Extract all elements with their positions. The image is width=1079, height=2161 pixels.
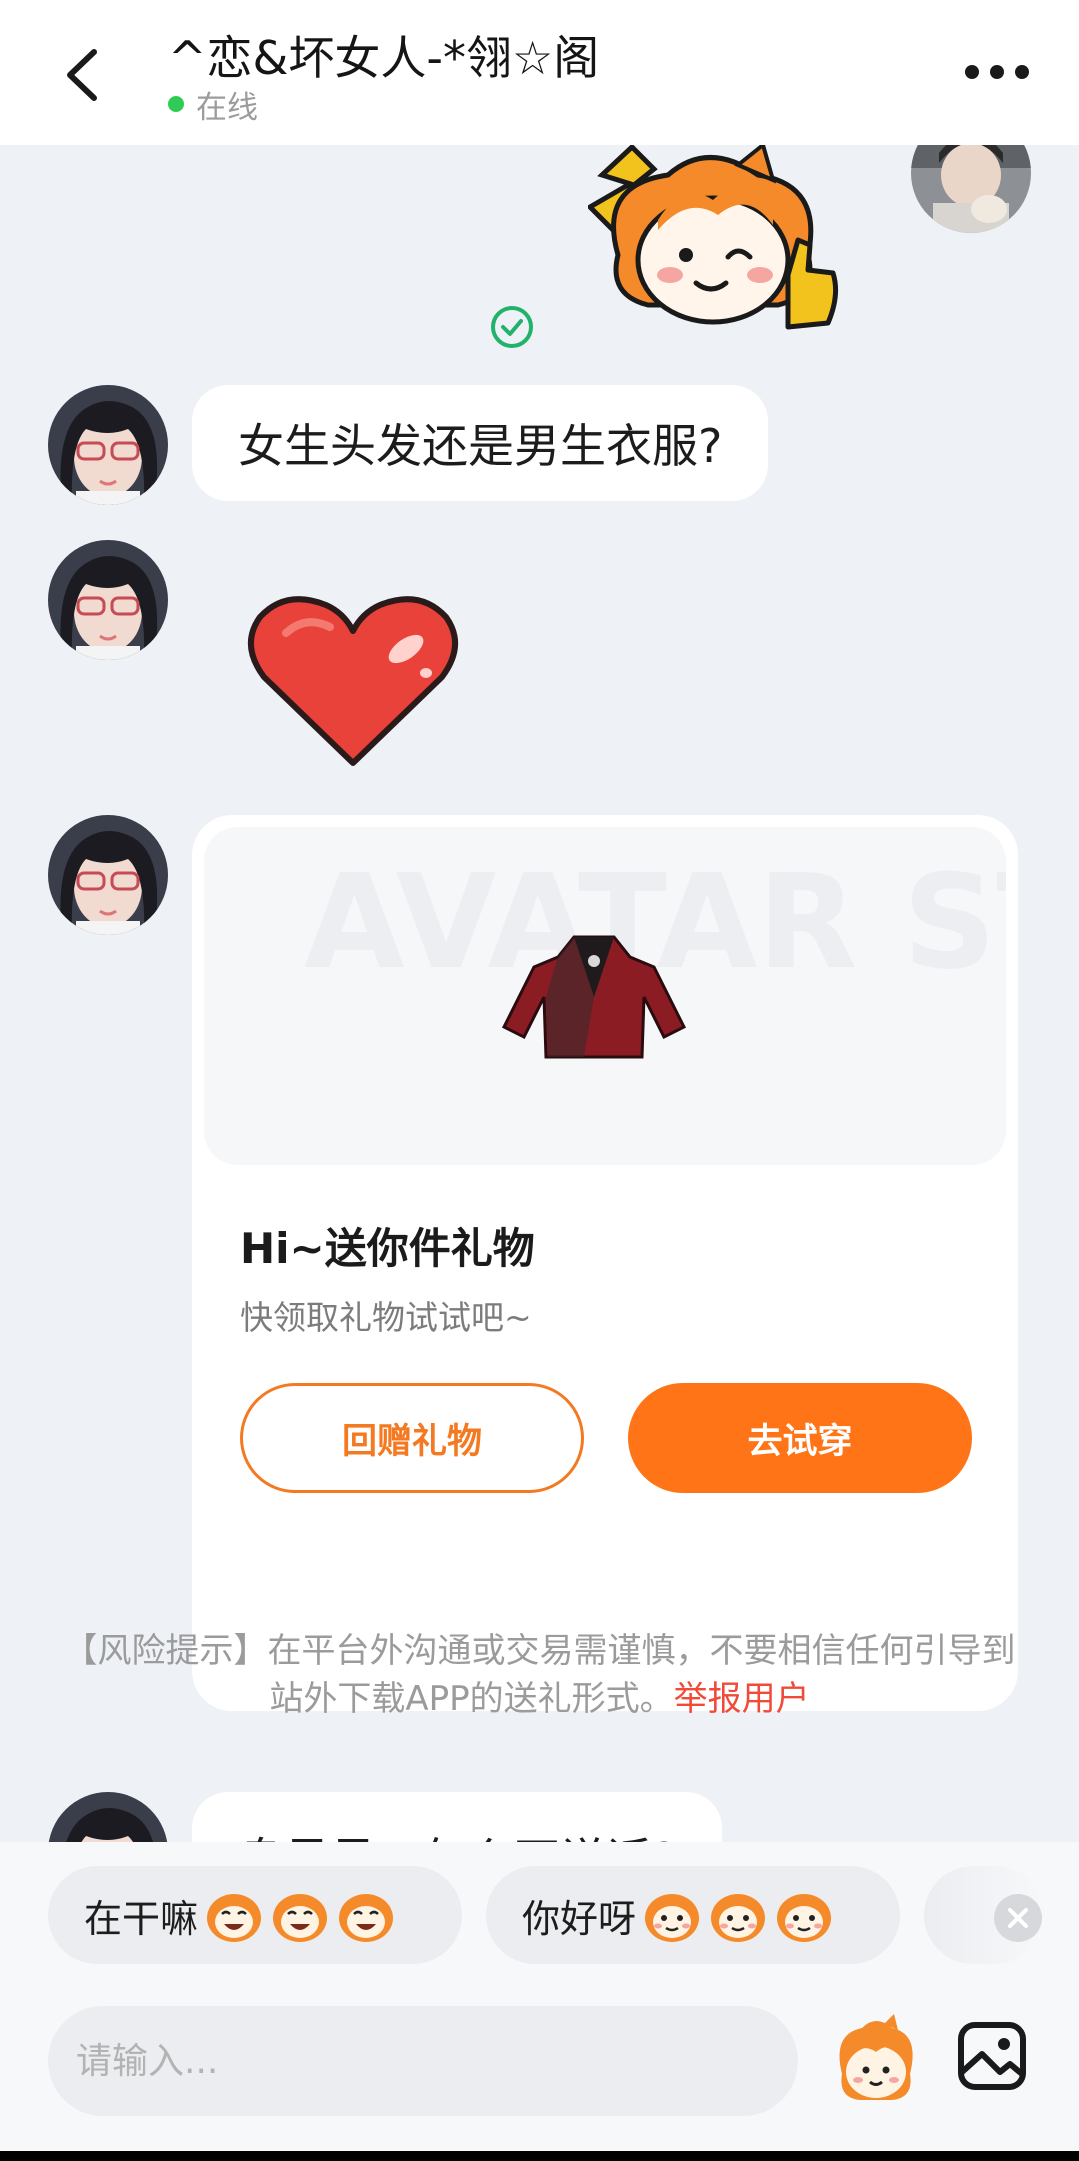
gift-card[interactable]: AVATAR STORE Hi~送你件礼物 快领取礼物试试吧~ 回赠礼物 去试穿	[192, 815, 1018, 1711]
close-icon	[1008, 1908, 1028, 1928]
system-bar	[0, 2151, 1079, 2161]
smiling-mascot-icon	[711, 1894, 766, 1942]
smiling-mascot-icon	[777, 1894, 832, 1942]
status-text: 在线	[196, 89, 258, 126]
laughing-mascot-icon	[339, 1894, 394, 1942]
contact-avatar[interactable]	[48, 540, 168, 660]
message-list[interactable]: 女生头发还是男生衣服? AVATAR S Hi~送你件礼物 快领取礼物试试吧~ …	[0, 145, 1079, 1842]
contact-avatar[interactable]	[48, 815, 168, 935]
emoji-button[interactable]	[832, 2014, 920, 2110]
quick-reply-label: 你好呀	[522, 1896, 637, 1941]
image-button[interactable]	[956, 2020, 1028, 2092]
contact-name[interactable]: ^恋&坏女人-*翎☆阁	[168, 22, 599, 88]
laughing-mascot-icon	[207, 1894, 262, 1942]
close-quick-replies-button[interactable]	[994, 1894, 1042, 1942]
contact-avatar[interactable]	[48, 1792, 168, 1842]
message-input[interactable]	[48, 2006, 798, 2116]
smiling-mascot-icon	[645, 1894, 700, 1942]
return-gift-button[interactable]: 回赠礼物	[240, 1383, 584, 1493]
back-button[interactable]	[52, 38, 116, 112]
online-dot	[168, 96, 184, 112]
quick-reply-label: 在干嘛	[84, 1896, 199, 1941]
chat-header: ^恋&坏女人-*翎☆阁 在线	[0, 0, 1079, 145]
image-icon	[958, 2022, 1026, 2090]
try-on-button[interactable]: 去试穿	[628, 1383, 972, 1493]
laughing-mascot-icon	[273, 1894, 328, 1942]
sticker-message-heart[interactable]	[246, 593, 460, 769]
risk-notice: 【风险提示】在平台外沟通或交易需谨慎，不要相信任何引导到站外下载APP的送礼形式…	[60, 1627, 1019, 1723]
more-button[interactable]	[962, 52, 1032, 92]
online-status: 在线	[168, 84, 258, 126]
report-user-link[interactable]: 举报用户	[674, 1679, 810, 1719]
gift-title: Hi~送你件礼物	[240, 1224, 535, 1273]
my-avatar[interactable]	[911, 145, 1031, 233]
contact-avatar[interactable]	[48, 385, 168, 505]
red-heart-sticker	[247, 596, 459, 766]
orange-mascot-sticker	[585, 145, 839, 330]
text-message[interactable]: 女生头发还是男生衣服?	[192, 385, 769, 501]
gift-preview[interactable]: AVATAR STORE	[204, 827, 1006, 1165]
sticker-message-mascot[interactable]	[585, 145, 848, 340]
read-receipt	[490, 305, 534, 349]
check-circle-icon	[491, 306, 533, 348]
mascot-emoji-icon	[839, 2014, 913, 2100]
chevron-left-icon	[67, 49, 97, 101]
more-dots-icon	[965, 65, 1029, 79]
gift-subtitle: 快领取礼物试试吧~	[240, 1298, 532, 1337]
risk-notice-text: 【风险提示】在平台外沟通或交易需谨慎，不要相信任何引导到站外下载APP的送礼形式…	[63, 1631, 1016, 1719]
composer-panel: 在干嘛 你好呀	[0, 1842, 1079, 2161]
text-message[interactable]: 息呆呆，怎么不说话?	[192, 1792, 723, 1842]
quick-reply-chip[interactable]: 在干嘛	[48, 1866, 462, 1964]
quick-reply-chip[interactable]: 你好呀	[486, 1866, 900, 1964]
